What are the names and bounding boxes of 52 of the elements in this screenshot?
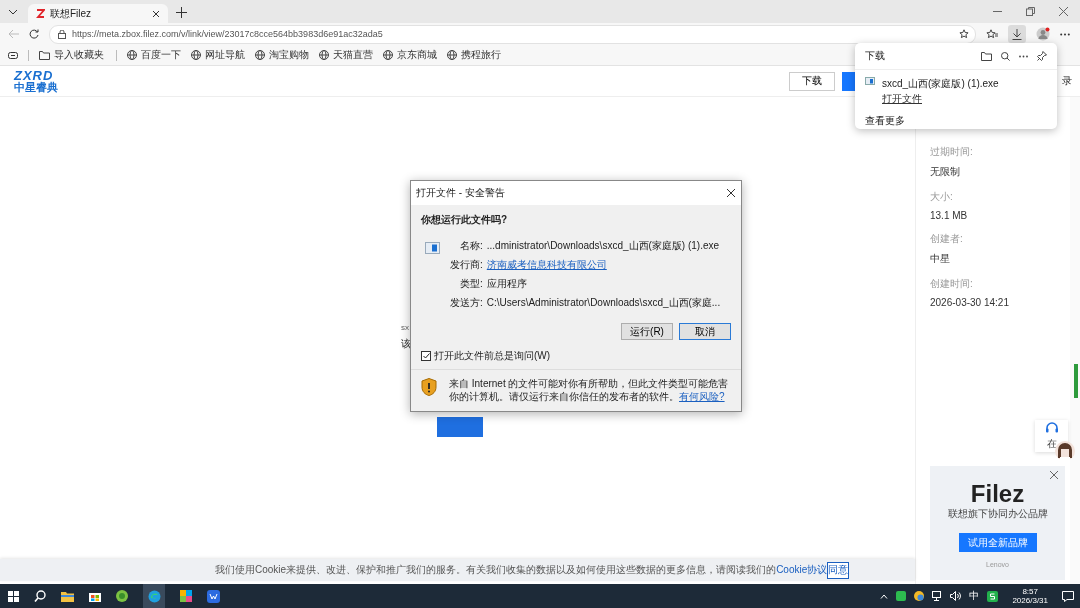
checkbox-label[interactable]: 打开此文件前总是询问(W) (434, 349, 551, 363)
logo-subtitle: 中星睿典 (14, 82, 58, 93)
agree-button[interactable]: 同意 (827, 561, 850, 579)
see-more-link[interactable]: 查看更多 (865, 114, 1047, 128)
brand-tagline: 联想旗下协同办公品牌 (947, 507, 1048, 521)
field-label: 名称: (459, 239, 483, 253)
bookmark-item[interactable]: 天猫直营 (319, 48, 373, 62)
field-label: 发行商: (450, 258, 483, 272)
dialog-button[interactable]: 取消 (679, 323, 731, 340)
open-file-link[interactable]: 打开文件 (882, 92, 999, 106)
logo-wordmark: ZXRD (14, 69, 54, 82)
file-name-text: sx (401, 323, 410, 332)
field-label: 发送方: (450, 296, 483, 310)
browser-tab[interactable]: 联想Filez (28, 4, 168, 23)
address-field[interactable]: https://meta.zbox.filez.com/v/link/view/23017c8cce564bb3983d6e91ac32ada5 (49, 24, 976, 44)
bookmark-item[interactable]: 京东商城 (383, 48, 437, 62)
message-text: 该 (401, 337, 412, 351)
info-label: 过期时间: (930, 145, 974, 159)
dialog-button[interactable]: 运行(R) (621, 323, 673, 340)
bookmark-item[interactable]: 百度一下 (127, 48, 181, 62)
field-value: C:\Users\Administrator\Downloads\sxcd_山西(家庭... (486, 296, 721, 310)
dialog-question: 你想运行此文件吗? (421, 213, 509, 227)
warning-text: 来自 Internet 的文件可能对你有所帮助，但此文件类型可能危害你的计算机。请仅运行来自你信任的发布者的软件。有何风险? (449, 378, 730, 403)
file-name: sxcd_山西(家庭版) (1).exe (882, 77, 999, 91)
field-label: 类型: (459, 277, 483, 291)
brand-wordmark: Filez (970, 482, 1025, 506)
bookmark-item[interactable]: 携程旅行 (447, 48, 501, 62)
field-value: 应用程序 (486, 277, 528, 291)
clock-time[interactable]: 8:57 (1022, 586, 1038, 596)
publisher-link[interactable]: 济南威考信息科技有限公司 (486, 258, 721, 272)
bookmark-item[interactable]: 导入收藏夹 (39, 48, 117, 62)
input-method-indicator[interactable]: 中 (969, 589, 980, 603)
info-value: 13.1 MB (930, 210, 969, 221)
panel-title: 下载 (865, 49, 885, 63)
info-value: 2026-03-30 14:21 (930, 297, 1010, 308)
info-value: 无限制 (930, 165, 961, 179)
info-label: 创建时间: (930, 277, 974, 291)
login-link[interactable]: 录 (1062, 74, 1072, 88)
dialog-title: 打开文件 - 安全警告 (416, 186, 505, 200)
download-item[interactable]: sxcd_山西(家庭版) (1).exe 打开文件 (865, 70, 1047, 106)
clock-date[interactable]: 2026/3/31 (1012, 596, 1048, 606)
info-label: 创建者: (930, 232, 964, 246)
bookmark-item[interactable]: 网址导航 (191, 48, 245, 62)
risk-link[interactable]: 有何风险? (679, 390, 725, 402)
try-brand-button[interactable]: 试用全新品牌 (958, 533, 1037, 552)
info-label: 大小: (930, 190, 954, 204)
cookie-policy-link[interactable]: Cookie协议 (776, 564, 828, 575)
download-button[interactable]: 下载 (789, 71, 835, 91)
bookmark-item[interactable]: 淘宝购物 (255, 48, 309, 62)
cookie-text: 我们使用Cookie来提供、改进、保护和推广我们的服务。有关我们收集的数据以及如何使用这些数据的更多信息，请阅读我们的Cookie协议 (215, 563, 828, 577)
info-value: 中星 (930, 252, 951, 266)
field-value: ...dministrator\Downloads\sxcd_山西(家庭版) (1).exe (486, 239, 721, 253)
